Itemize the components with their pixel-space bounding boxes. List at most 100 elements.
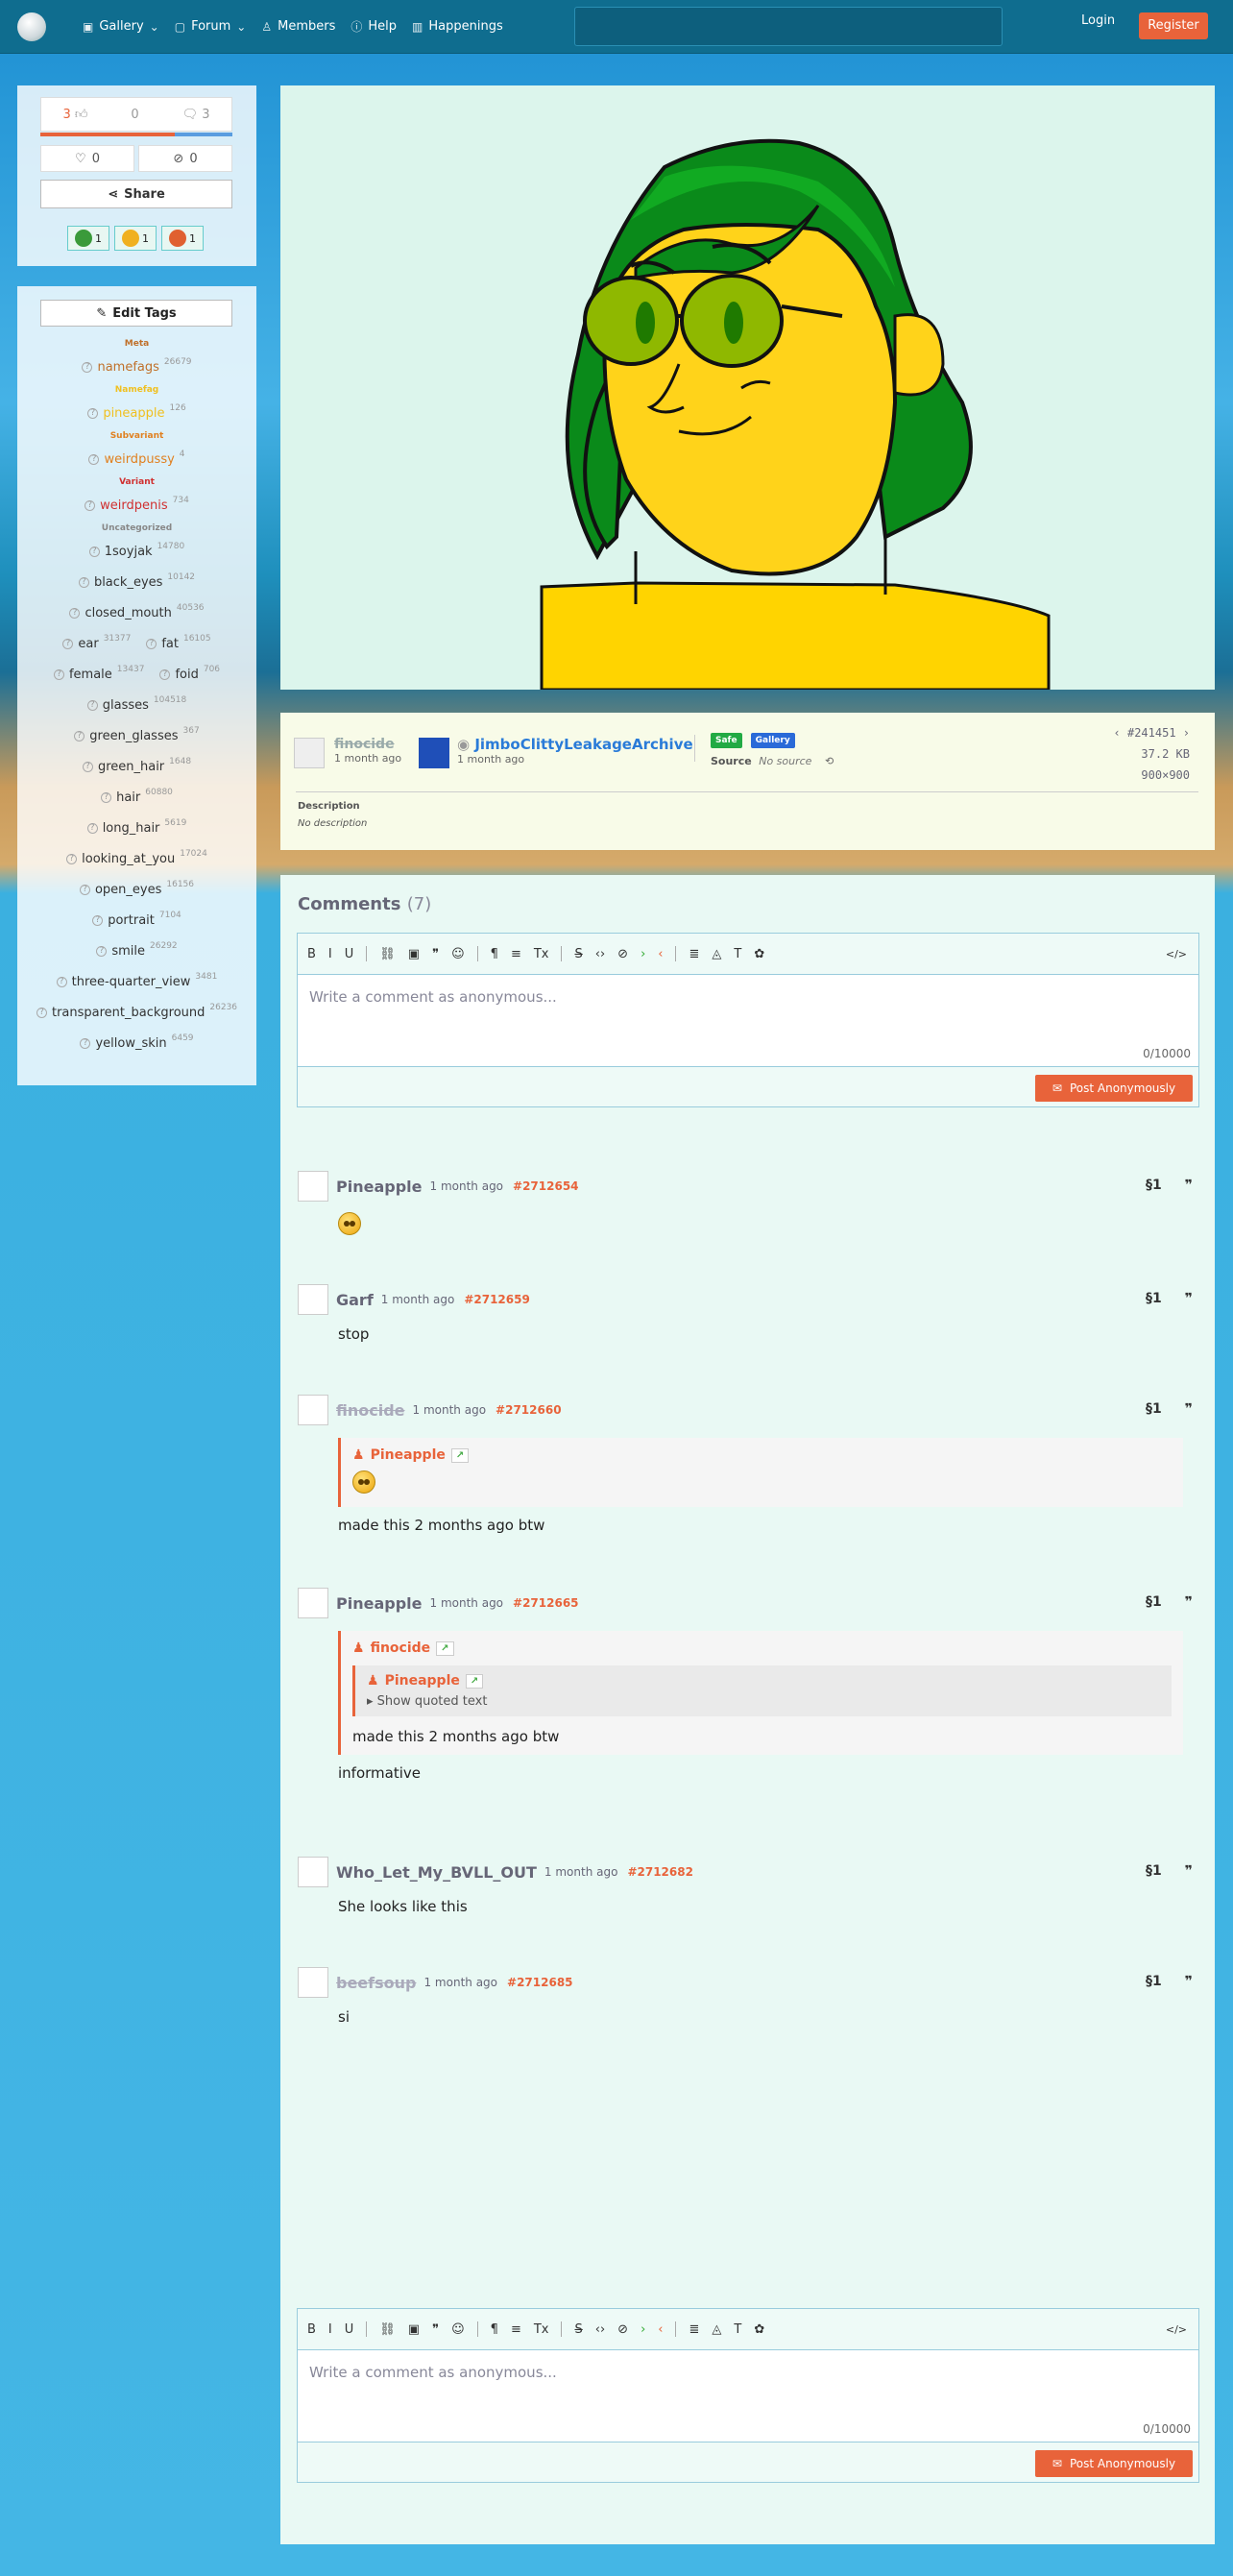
tag-item[interactable]: ? glasses 104518 xyxy=(86,695,186,713)
underline-icon[interactable]: U xyxy=(345,947,354,961)
tag-item[interactable]: ? long_hair 5619 xyxy=(86,818,186,836)
tag-name[interactable]: transparent_background xyxy=(52,1006,205,1020)
tag-item[interactable]: ? weirdpussy 4 xyxy=(88,450,185,467)
tag-item[interactable]: ? portrait 7104 xyxy=(92,911,181,928)
bold-icon[interactable]: B xyxy=(307,947,316,961)
tag-name[interactable]: closed_mouth xyxy=(85,606,171,620)
tag-help-icon[interactable]: ? xyxy=(78,576,89,588)
nav-gallery[interactable]: ▣ Gallery ⌄ xyxy=(75,12,167,41)
quote-author-name[interactable]: finocide xyxy=(371,1640,431,1656)
tag-item[interactable]: ? green_hair 1648 xyxy=(82,757,191,774)
emoji-icon[interactable]: ☺ xyxy=(451,947,465,961)
quote-icon[interactable]: ❞ xyxy=(1185,1291,1193,1306)
strikethrough-icon[interactable]: S̶ xyxy=(574,2322,582,2337)
clear-format-icon[interactable]: Tx xyxy=(534,947,549,961)
tag-item[interactable]: ? open_eyes 16156 xyxy=(79,880,194,897)
tag-name[interactable]: long_hair xyxy=(103,821,160,836)
underline-icon[interactable]: U xyxy=(345,2322,354,2337)
tag-item[interactable]: ? looking_at_you 17024 xyxy=(66,849,207,866)
reply-icon[interactable]: §1 xyxy=(1146,1863,1162,1879)
orangetext-icon[interactable]: ‹ xyxy=(658,2322,663,2337)
post-anonymously-button[interactable]: ✉ Post Anonymously xyxy=(1035,2450,1193,2477)
quote-icon[interactable]: ❞ xyxy=(1185,1594,1193,1610)
comment-id[interactable]: #2712659 xyxy=(464,1293,530,1306)
tag-name[interactable]: portrait xyxy=(108,913,155,928)
tag-name[interactable]: hair xyxy=(116,790,140,805)
tag-name[interactable]: glasses xyxy=(103,698,149,713)
tag-help-icon[interactable]: ? xyxy=(101,791,112,803)
avatar[interactable] xyxy=(298,1967,328,1998)
share-button[interactable]: ⋖ Share xyxy=(40,180,232,208)
quote-author-name[interactable]: Pineapple xyxy=(385,1673,460,1689)
tag-name[interactable]: green_glasses xyxy=(89,729,178,743)
tag-name[interactable]: smile xyxy=(111,944,145,959)
code-icon[interactable]: ‹› xyxy=(595,947,605,961)
tag-item[interactable]: ? black_eyes 10142 xyxy=(78,572,195,590)
prev-post-icon[interactable]: ‹ xyxy=(1114,726,1127,740)
source-toggle-icon[interactable]: </> xyxy=(1166,948,1187,960)
register-button[interactable]: Register xyxy=(1139,12,1208,39)
reaction-button[interactable]: 1 xyxy=(114,226,157,251)
italic-icon[interactable]: I xyxy=(328,2322,332,2337)
tag-item[interactable]: ? ear 31377 xyxy=(62,634,131,651)
image-icon[interactable]: ▣ xyxy=(408,2322,420,2337)
list-icon[interactable]: ≡ xyxy=(511,947,521,961)
tag-item[interactable]: ? yellow_skin 6459 xyxy=(80,1033,194,1051)
comment-id[interactable]: #2712685 xyxy=(507,1976,573,1989)
tag-help-icon[interactable]: ? xyxy=(80,1037,91,1049)
tag-item[interactable]: ? transparent_background 26236 xyxy=(36,1003,237,1020)
avatar[interactable] xyxy=(298,1588,328,1618)
quote-icon[interactable]: ❞ xyxy=(432,947,439,961)
nav-members[interactable]: ♙ Members xyxy=(254,12,343,41)
clear-format-icon[interactable]: Tx xyxy=(534,2322,549,2337)
search-input[interactable] xyxy=(574,7,1003,46)
color-icon[interactable]: ◬ xyxy=(712,2322,721,2337)
tag-name[interactable]: looking_at_you xyxy=(82,852,175,866)
tag-help-icon[interactable]: ? xyxy=(86,822,98,834)
greentext-icon[interactable]: › xyxy=(641,2322,645,2337)
comment-id[interactable]: #2712654 xyxy=(513,1179,579,1193)
uploader-avatar[interactable] xyxy=(294,738,325,768)
tag-item[interactable]: ? 1soyjak 14780 xyxy=(88,542,184,559)
quote-icon[interactable]: ❞ xyxy=(1185,1401,1193,1417)
reply-icon[interactable]: §1 xyxy=(1146,1401,1162,1417)
palette-icon[interactable]: ✿ xyxy=(754,947,764,961)
tag-help-icon[interactable]: ? xyxy=(82,361,93,373)
italic-icon[interactable]: I xyxy=(328,947,332,961)
upvote-button[interactable]: 3 👍︎ xyxy=(62,108,87,122)
fave-button[interactable]: ♡ 0 xyxy=(40,145,134,172)
text-size-icon[interactable]: T xyxy=(734,947,741,961)
color-icon[interactable]: ◬ xyxy=(712,947,721,961)
link-icon[interactable]: ⛓ xyxy=(379,2322,396,2337)
text-size-icon[interactable]: T xyxy=(734,2322,741,2337)
tag-item[interactable]: ? hair 60880 xyxy=(101,788,173,805)
uploader-name[interactable]: finocide xyxy=(334,737,401,752)
history-icon[interactable]: ⟲ xyxy=(825,755,834,767)
tag-name[interactable]: three-quarter_view xyxy=(72,975,191,989)
emoji-icon[interactable]: ☺ xyxy=(451,2322,465,2337)
login-link[interactable]: Login xyxy=(1081,13,1115,28)
tag-help-icon[interactable]: ? xyxy=(146,638,157,649)
comment-id[interactable]: #2712660 xyxy=(496,1403,562,1417)
comment-author[interactable]: Pineapple xyxy=(336,1594,423,1613)
paragraph-icon[interactable]: ¶ xyxy=(491,947,498,961)
tag-help-icon[interactable]: ? xyxy=(87,407,99,419)
tag-help-icon[interactable]: ? xyxy=(62,638,74,649)
tag-name[interactable]: ear xyxy=(78,637,98,651)
show-quoted-toggle[interactable]: ▸ Show quoted text xyxy=(367,1694,1160,1709)
quote-link-icon[interactable]: ↗ xyxy=(465,1673,484,1689)
tag-help-icon[interactable]: ? xyxy=(36,1007,47,1018)
align-icon[interactable]: ≣ xyxy=(689,947,699,961)
tag-help-icon[interactable]: ? xyxy=(56,976,67,987)
tag-help-icon[interactable]: ? xyxy=(92,914,104,926)
tag-help-icon[interactable]: ? xyxy=(79,884,90,895)
quote-link-icon[interactable]: ↗ xyxy=(436,1640,454,1656)
tag-item[interactable]: ? green_glasses 367 xyxy=(74,726,200,743)
comment-author[interactable]: finocide xyxy=(336,1401,405,1420)
artist-name[interactable]: JimboClittyLeakageArchive xyxy=(474,736,692,753)
avatar[interactable] xyxy=(298,1857,328,1887)
nav-help[interactable]: ⓘ Help xyxy=(343,12,404,41)
downvote-button[interactable]: 🗨︎ 3 xyxy=(182,108,210,122)
strikethrough-icon[interactable]: S̶ xyxy=(574,947,582,961)
spoiler-icon[interactable]: ⊘ xyxy=(617,2322,628,2337)
